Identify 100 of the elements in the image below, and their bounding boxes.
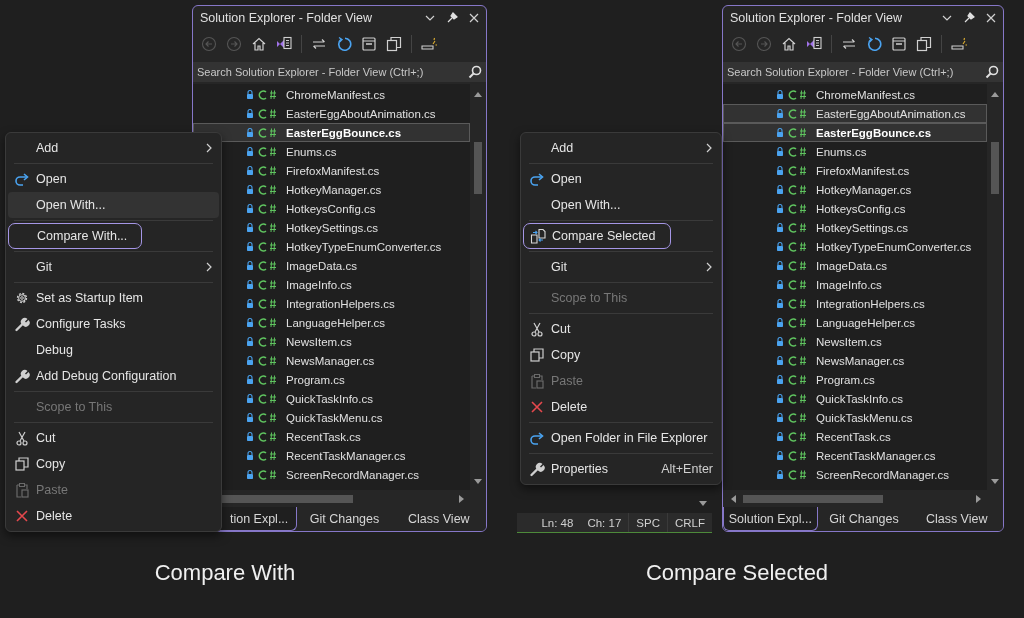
file-row[interactable]: RecentTaskManager.cs	[723, 446, 987, 465]
menu-item[interactable]: Properties Alt+Enter	[523, 456, 719, 482]
menu-item[interactable]: Open	[523, 166, 719, 192]
file-row[interactable]: EasterEggAboutAnimation.cs	[193, 104, 470, 123]
panel-tab[interactable]: Solution Expl...	[723, 507, 818, 531]
pin-icon[interactable]	[446, 11, 458, 24]
lock-icon	[246, 412, 254, 423]
menu-item[interactable]: Compare With...	[8, 223, 143, 249]
file-row[interactable]: HotkeySettings.cs	[193, 218, 470, 237]
file-row[interactable]: FirefoxManifest.cs	[723, 161, 987, 180]
panel-tab[interactable]: Class View	[391, 507, 486, 531]
file-row[interactable]: ImageInfo.cs	[723, 275, 987, 294]
file-row[interactable]: NewsItem.cs	[723, 332, 987, 351]
csharp-file-icon	[788, 449, 808, 462]
refresh-icon[interactable]	[336, 36, 352, 52]
file-row[interactable]: HotkeySettings.cs	[723, 218, 987, 237]
file-row[interactable]: LanguageHelper.cs	[723, 313, 987, 332]
menu-item[interactable]: Open Folder in File Explorer	[523, 425, 719, 451]
lock-icon	[776, 393, 784, 404]
lock-icon	[246, 222, 254, 233]
menu-item[interactable]: Open With...	[523, 192, 719, 218]
menu-item[interactable]: Compare Selected	[523, 223, 671, 249]
refresh-icon[interactable]	[866, 36, 882, 52]
csharp-file-icon	[788, 164, 808, 177]
file-row[interactable]: ImageData.cs	[723, 256, 987, 275]
panel-tab[interactable]: Git Changes	[297, 507, 392, 531]
file-row[interactable]: RecentTask.cs	[723, 427, 987, 446]
scrollbar-thumb[interactable]	[474, 142, 482, 194]
file-row[interactable]: ScreenRecordManager.cs	[723, 465, 987, 484]
scrollbar-thumb[interactable]	[743, 494, 883, 503]
file-row[interactable]: QuickTaskInfo.cs	[723, 389, 987, 408]
scroll-down-icon[interactable]	[473, 478, 483, 486]
csharp-file-icon	[258, 88, 278, 101]
csharp-file-icon	[258, 164, 278, 177]
menu-item[interactable]: Delete	[523, 394, 719, 420]
collapse-all-icon[interactable]	[361, 36, 377, 52]
search-icon[interactable]	[468, 65, 482, 79]
csharp-file-icon	[258, 202, 278, 215]
panel-tab[interactable]: Class View	[910, 507, 1003, 531]
csharp-file-icon	[258, 392, 278, 405]
pin-icon[interactable]	[963, 11, 975, 24]
sync-arrows-icon[interactable]	[311, 36, 327, 52]
search-icon[interactable]	[985, 65, 999, 79]
show-all-files-icon[interactable]	[386, 36, 402, 52]
file-row[interactable]: HotkeyTypeEnumConverter.cs	[723, 237, 987, 256]
scroll-right-icon[interactable]	[458, 493, 466, 504]
delete-icon	[529, 399, 545, 415]
file-row[interactable]: Enums.cs	[723, 142, 987, 161]
lock-icon	[776, 412, 784, 423]
file-row[interactable]: HotkeysConfig.cs	[723, 199, 987, 218]
menu-item[interactable]: Open With...	[8, 192, 219, 218]
show-all-files-icon[interactable]	[916, 36, 932, 52]
properties-wand-icon[interactable]	[421, 36, 439, 52]
scroll-right-icon[interactable]	[975, 493, 983, 504]
redo-arrow-icon	[14, 171, 30, 187]
menu-item[interactable]: Cut	[523, 316, 719, 342]
menu-item[interactable]: Copy	[523, 342, 719, 368]
csharp-file-icon	[788, 354, 808, 367]
lock-icon	[246, 203, 254, 214]
csharp-file-icon	[788, 240, 808, 253]
collapse-all-icon[interactable]	[891, 36, 907, 52]
lock-icon	[246, 260, 254, 271]
lock-icon	[776, 222, 784, 233]
file-row[interactable]: EasterEggBounce.cs	[723, 123, 987, 142]
file-row[interactable]: Program.cs	[723, 370, 987, 389]
search-field[interactable]: Search Solution Explorer - Folder View (Ctrl+;)	[723, 62, 1003, 82]
lock-icon	[776, 336, 784, 347]
clipboard-icon	[14, 482, 30, 498]
scroll-left-icon[interactable]	[729, 493, 737, 504]
file-row[interactable]: NewsManager.cs	[723, 351, 987, 370]
properties-wand-icon[interactable]	[951, 36, 969, 52]
scroll-down-icon[interactable]	[698, 500, 708, 508]
visual-studio-file-icon[interactable]	[276, 36, 292, 52]
close-icon[interactable]	[468, 11, 480, 24]
sync-arrows-icon[interactable]	[841, 36, 857, 52]
file-row[interactable]: QuickTaskMenu.cs	[723, 408, 987, 427]
scrollbar-thumb[interactable]	[991, 142, 999, 194]
home-icon[interactable]	[781, 36, 797, 52]
menu-item[interactable]: Git	[523, 254, 719, 280]
file-row[interactable]: EasterEggAboutAnimation.cs	[723, 104, 987, 123]
lock-icon	[246, 298, 254, 309]
search-field[interactable]: Search Solution Explorer - Folder View (Ctrl+;)	[193, 62, 486, 82]
scroll-up-icon[interactable]	[473, 90, 483, 98]
csharp-file-icon	[788, 259, 808, 272]
file-row[interactable]: EasterEggBounce.cs	[193, 123, 470, 142]
file-row[interactable]: ChromeManifest.cs	[723, 85, 987, 104]
close-icon[interactable]	[985, 11, 997, 24]
panel-tab[interactable]: Git Changes	[817, 507, 911, 531]
csharp-file-icon	[258, 107, 278, 120]
file-row[interactable]: IntegrationHelpers.cs	[723, 294, 987, 313]
visual-studio-file-icon[interactable]	[806, 36, 822, 52]
file-row[interactable]: HotkeyManager.cs	[723, 180, 987, 199]
file-row[interactable]: ChromeManifest.cs	[193, 85, 470, 104]
home-icon[interactable]	[251, 36, 267, 52]
scroll-down-icon[interactable]	[990, 478, 1000, 486]
wrench-icon	[14, 316, 30, 332]
menu-item[interactable]: Add	[523, 135, 719, 161]
file-row[interactable]: HotkeyTypeEnumConverter.cs	[193, 237, 470, 256]
scroll-up-icon[interactable]	[990, 90, 1000, 98]
lock-icon	[246, 336, 254, 347]
